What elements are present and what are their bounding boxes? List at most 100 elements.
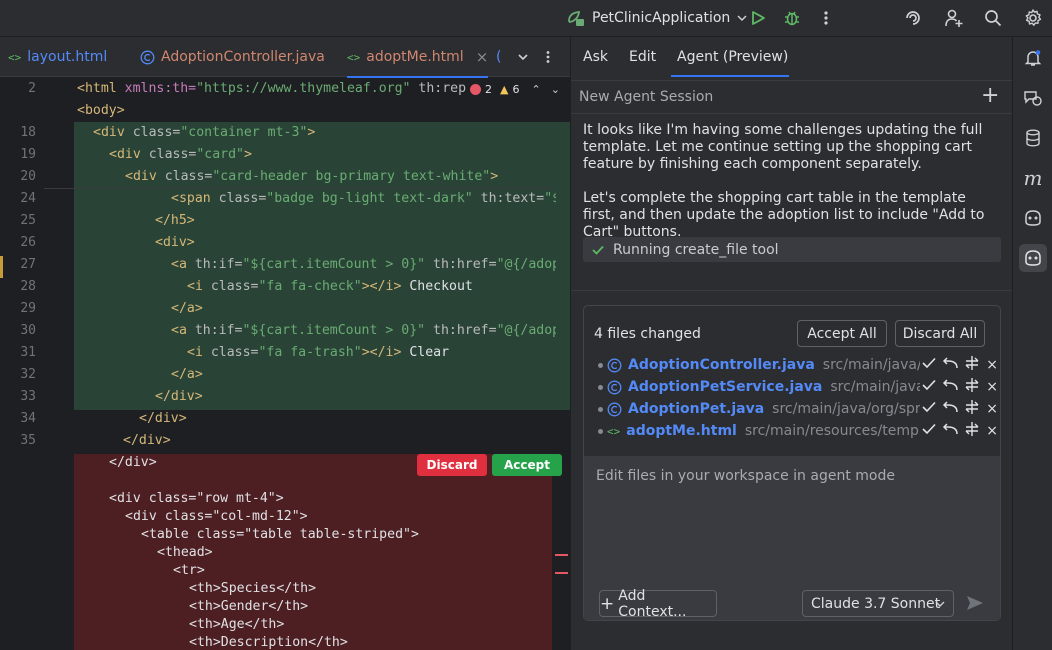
code-line: </div> (155, 389, 203, 404)
changes-box: 4 files changed Accept All Discard All A… (583, 305, 1001, 621)
add-context-label: Add Context... (618, 587, 687, 620)
maven-icon[interactable]: m (1019, 164, 1047, 192)
undo-icon[interactable] (942, 423, 959, 439)
java-class-icon (607, 380, 622, 394)
add-user-icon[interactable] (942, 6, 966, 30)
accept-file-icon[interactable] (922, 423, 936, 439)
code-line: <div class="card"> (109, 147, 252, 162)
copilot-chat-icon[interactable] (1019, 244, 1047, 272)
undo-icon[interactable] (942, 379, 959, 395)
tab-edit[interactable]: Edit (629, 37, 656, 77)
bullet-icon (598, 384, 603, 390)
run-config-label: PetClinicApplication (592, 10, 731, 26)
diff-view-icon[interactable] (964, 421, 980, 441)
file-name: AdoptionPetService.java (628, 379, 823, 395)
remove-file-icon[interactable]: × (986, 379, 998, 395)
file-name: AdoptionController.java (628, 357, 815, 373)
tab-layout-html[interactable]: <> layout.html (8, 37, 107, 77)
html-icon: <> (607, 424, 621, 438)
editor-tab-bar: <> layout.html AdoptionController.java <… (0, 37, 570, 78)
swirl-icon[interactable] (901, 6, 925, 30)
session-title: New Agent Session (579, 89, 714, 105)
tab-adoptme-html[interactable]: <> adoptMe.html × (347, 37, 489, 78)
diff-marker (555, 572, 568, 574)
accept-file-icon[interactable] (922, 357, 936, 373)
spring-app-icon (568, 10, 584, 26)
inspection-widget[interactable]: 2 ▲ 6 ⌃ ⌄ (468, 82, 560, 96)
remove-file-icon[interactable]: × (986, 401, 998, 417)
settings-icon[interactable] (1021, 6, 1045, 30)
arrow-down-icon[interactable]: ⌄ (551, 83, 560, 96)
tab-adoption-controller[interactable]: AdoptionController.java (140, 37, 325, 77)
code-line: <span class="badge bg-light text-dark" t… (171, 191, 556, 206)
notifications-icon[interactable] (1019, 44, 1047, 72)
remove-file-icon[interactable]: × (986, 423, 998, 439)
error-icon (470, 83, 481, 95)
tab-options-icon[interactable] (546, 37, 550, 77)
code-line: <i class="fa fa-check"></i> Checkout (187, 279, 473, 294)
discard-all-button[interactable]: Discard All (895, 320, 985, 347)
changed-file-row[interactable]: <> adoptMe.html src/main/resources/templ… (598, 420, 998, 442)
arrow-up-icon[interactable]: ⌃ (531, 83, 540, 96)
title-bar: PetClinicApplication (0, 0, 1052, 37)
bullet-icon (598, 428, 603, 434)
tab-overflow-fragment[interactable]: ( (496, 37, 501, 77)
java-class-icon (607, 402, 622, 416)
java-class-icon (140, 50, 155, 64)
send-icon[interactable] (966, 595, 984, 615)
changed-file-row[interactable]: AdoptionPetService.java src/main/java/or… (598, 376, 998, 398)
add-context-button[interactable]: + Add Context... (599, 587, 717, 620)
debug-icon[interactable] (780, 6, 804, 30)
database-icon[interactable] (1019, 124, 1047, 152)
copilot-panel: Ask Edit Agent (Preview) New Agent Sessi… (570, 37, 1013, 650)
chevron-down-icon (935, 601, 945, 607)
model-selector[interactable]: Claude 3.7 Sonnet (802, 590, 954, 617)
discard-change-button[interactable]: Discard (417, 454, 487, 476)
accept-file-icon[interactable] (922, 401, 936, 417)
files-changed-summary: 4 files changed (594, 326, 701, 342)
file-name: adoptMe.html (626, 423, 737, 439)
accept-file-icon[interactable] (922, 379, 936, 395)
undo-icon[interactable] (942, 401, 959, 417)
search-icon[interactable] (981, 6, 1005, 30)
diff-marker (555, 554, 568, 556)
accept-change-button[interactable]: Accept (492, 454, 562, 476)
session-header: New Agent Session + (571, 80, 1013, 114)
tabs-dropdown-icon[interactable] (517, 37, 529, 77)
code-line: <a th:if="${cart.itemCount > 0}" th:href… (171, 257, 556, 272)
copilot-icon[interactable] (1019, 204, 1047, 232)
code-editor[interactable]: 2 18 19 20 24 25 26 27 28 29 30 31 32 33… (0, 78, 570, 650)
code-line: <div> (155, 235, 195, 250)
remove-file-icon[interactable]: × (986, 357, 998, 373)
code-line: <div class="container mt-3"> (93, 125, 316, 140)
file-actions: × (920, 354, 998, 376)
code-line: </div> (139, 411, 187, 426)
code-line: <body> (77, 103, 125, 118)
tab-agent[interactable]: Agent (Preview) (677, 37, 788, 77)
more-icon[interactable] (814, 6, 838, 30)
html-icon: <> (347, 50, 361, 64)
chat-icon[interactable] (1019, 84, 1047, 112)
active-tab-indicator (671, 75, 789, 77)
close-tab-icon[interactable]: × (476, 48, 489, 66)
diff-view-icon[interactable] (964, 399, 980, 419)
accept-all-button[interactable]: Accept All (797, 320, 887, 347)
code-line: </a> (171, 301, 203, 316)
run-icon[interactable] (746, 6, 770, 30)
undo-icon[interactable] (942, 357, 959, 373)
changed-file-row[interactable]: AdoptionController.java src/main/java/or… (598, 354, 998, 376)
plus-icon[interactable]: + (981, 84, 999, 108)
diff-view-icon[interactable] (964, 377, 980, 397)
error-count: 2 (485, 82, 492, 96)
code-line: </a> (171, 367, 203, 382)
tab-label: AdoptionController.java (161, 49, 325, 65)
warning-count: 6 (512, 82, 520, 96)
prompt-input-area[interactable]: Edit files in your workspace in agent mo… (584, 456, 1000, 620)
changed-file-row[interactable]: AdoptionPet.java src/main/java/org/sprin… (598, 398, 998, 420)
tab-ask[interactable]: Ask (583, 37, 608, 77)
diff-view-icon[interactable] (964, 355, 980, 375)
code-line: <div class="card-header bg-primary text-… (125, 169, 499, 184)
run-configuration-selector[interactable]: PetClinicApplication (566, 7, 748, 29)
bullet-icon (598, 362, 603, 368)
model-label: Claude 3.7 Sonnet (811, 595, 941, 612)
